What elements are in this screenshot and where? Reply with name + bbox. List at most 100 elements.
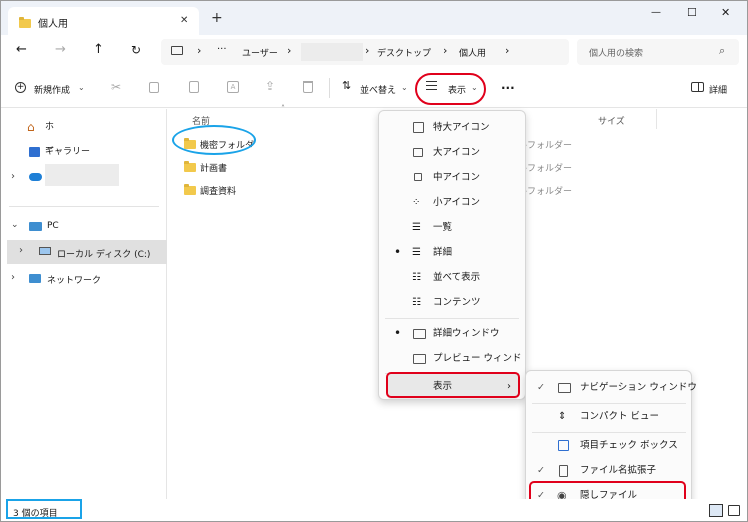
chevron-down-icon: ⌄: [78, 83, 85, 92]
tab-close-button[interactable]: ✕: [180, 15, 188, 26]
view-button-highlight: [415, 73, 486, 105]
secret-folder-highlight: [172, 125, 256, 155]
tab-bar: 個人用 ✕ + — ☐ ✕: [1, 1, 747, 36]
compact-view-icon: ⇕: [558, 411, 567, 422]
list-icon: ☰: [412, 222, 421, 233]
monitor-icon: [413, 148, 423, 157]
rename-icon[interactable]: A: [227, 81, 239, 93]
navigation-pane: ⌂ ホーム ギャラリー › ⌄ PC › ローカル ディスク (C:) › ネッ…: [1, 109, 167, 499]
computer-icon: [171, 46, 183, 55]
item-count-highlight: [6, 499, 82, 519]
large-icons-view-toggle-icon[interactable]: [728, 505, 740, 516]
folder-icon: [184, 184, 196, 195]
monitor-icon: [414, 173, 422, 181]
selected-bullet: •: [394, 245, 402, 259]
search-input[interactable]: 個人用の検索: [589, 46, 643, 59]
address-row: ← → ↑ ↻ › ··· ユーザー › › デスクトップ › 個人用 › 個人…: [1, 35, 747, 69]
menu-item-details-pane[interactable]: • 詳細ウィンドウ: [379, 321, 525, 346]
monitor-icon: [413, 122, 424, 133]
search-box[interactable]: 個人用の検索 ⌕: [577, 39, 739, 65]
nav-network-label[interactable]: ネットワーク: [47, 273, 101, 286]
breadcrumb-ellipsis[interactable]: ···: [217, 44, 227, 55]
chevron-down-icon[interactable]: ⌄: [11, 220, 19, 230]
nav-local-disk-label: ローカル ディスク (C:): [57, 250, 151, 260]
home-icon: ⌂: [27, 120, 35, 134]
copy-icon[interactable]: [149, 82, 159, 93]
menu-item-content[interactable]: ☷ コンテンツ: [379, 290, 525, 315]
file-type: ルフォルダー: [518, 164, 573, 174]
folder-icon: [19, 17, 31, 28]
breadcrumb-sep: ›: [365, 44, 370, 57]
breadcrumb-desktop[interactable]: デスクトップ: [377, 46, 431, 59]
sort-icon: ⇅: [342, 79, 352, 92]
more-options-button[interactable]: ···: [501, 81, 515, 95]
preview-pane-icon: [413, 354, 426, 364]
show-menu-highlight: [386, 372, 520, 398]
menu-item-list[interactable]: ☰ 一覧: [379, 215, 525, 240]
checkbox-icon: [558, 440, 569, 451]
onedrive-cloud-icon: [29, 173, 42, 181]
breadcrumb-sep: ›: [505, 44, 510, 57]
sort-indicator-icon: ˄: [281, 104, 285, 113]
window-close-button[interactable]: ✕: [721, 6, 730, 19]
breadcrumb-users[interactable]: ユーザー: [242, 46, 278, 59]
up-arrow-icon[interactable]: ↑: [93, 42, 104, 57]
maximize-button[interactable]: ☐: [687, 6, 697, 19]
column-header-size[interactable]: サイズ: [598, 114, 625, 127]
chevron-right-icon[interactable]: ›: [11, 171, 15, 182]
details-view-toggle-icon[interactable]: [709, 504, 723, 517]
tab-personal[interactable]: 個人用 ✕: [8, 7, 199, 36]
menu-item-details[interactable]: • ☰ 詳細: [379, 240, 525, 265]
details-pane-icon: [691, 82, 704, 92]
folder-icon: [184, 161, 196, 172]
submenu-file-extensions[interactable]: ✓ ファイル名拡張子: [526, 458, 691, 483]
new-tab-button[interactable]: +: [211, 10, 223, 26]
search-icon: ⌕: [719, 44, 726, 57]
chevron-right-icon[interactable]: ›: [11, 272, 15, 283]
view-menu: 特大アイコン 大アイコン 中アイコン ⁘ 小アイコン ☰ 一覧 • ☰ 詳細 ☷ 並べて表…: [378, 110, 526, 400]
chevron-down-icon: ⌄: [401, 83, 408, 92]
menu-item-medium-icons[interactable]: 中アイコン: [379, 165, 525, 190]
new-button[interactable]: 新規作成: [34, 83, 70, 96]
back-arrow-icon[interactable]: ←: [16, 42, 27, 57]
command-bar: + 新規作成 ⌄ ✂ A ⇪ ⇅ 並べ替え ⌄ 表示 ⌄ ··· 詳細: [1, 70, 747, 108]
selected-bullet: •: [394, 326, 402, 340]
trash-icon[interactable]: [303, 81, 313, 93]
network-icon: [29, 274, 41, 283]
file-type: ルフォルダー: [518, 187, 573, 197]
address-field[interactable]: › ··· ユーザー › › デスクトップ › 個人用 ›: [161, 39, 569, 65]
submenu-compact-view[interactable]: ⇕ コンパクト ビュー: [526, 404, 691, 429]
breadcrumb-username-redacted[interactable]: [301, 43, 363, 61]
submenu-item-checkboxes[interactable]: 項目チェック ボックス: [526, 433, 691, 458]
chevron-right-icon[interactable]: ›: [19, 245, 23, 256]
sort-button[interactable]: 並べ替え: [360, 83, 396, 96]
small-grid-icon: ⁘: [412, 197, 421, 208]
pc-icon: [29, 222, 42, 231]
nav-local-disk[interactable]: › ローカル ディスク (C:): [7, 240, 167, 264]
refresh-icon[interactable]: ↻: [131, 43, 141, 57]
submenu-navigation-pane[interactable]: ✓ ナビゲーション ウィンドウ: [526, 375, 697, 400]
gallery-icon: [29, 147, 40, 157]
drive-icon: [39, 247, 51, 255]
menu-item-tiles[interactable]: ☷ 並べて表示: [379, 265, 525, 290]
cut-icon[interactable]: ✂: [111, 80, 121, 94]
paste-icon[interactable]: [189, 81, 199, 93]
toolbar-divider: [329, 78, 330, 98]
breadcrumb-personal[interactable]: 個人用: [459, 46, 486, 59]
minimize-button[interactable]: —: [651, 7, 661, 18]
details-button[interactable]: 詳細: [709, 83, 727, 96]
nav-pc-label[interactable]: PC: [47, 221, 59, 231]
onedrive-redacted[interactable]: [45, 164, 119, 186]
menu-item-small-icons[interactable]: ⁘ 小アイコン: [379, 190, 525, 215]
menu-item-large-icons[interactable]: 大アイコン: [379, 140, 525, 165]
navigation-pane-icon: [558, 383, 571, 393]
status-bar: 3 個の項目: [1, 499, 747, 521]
breadcrumb-sep: ›: [197, 44, 202, 57]
menu-item-extra-large-icons[interactable]: 特大アイコン: [379, 115, 525, 140]
details-pane-icon: [413, 329, 426, 339]
menu-divider: [385, 318, 519, 319]
forward-arrow-icon[interactable]: →: [55, 42, 66, 57]
share-icon[interactable]: ⇪: [265, 79, 275, 93]
menu-item-preview-pane[interactable]: プレビュー ウィンドウ: [379, 346, 525, 389]
plus-circle-icon: +: [15, 82, 26, 93]
